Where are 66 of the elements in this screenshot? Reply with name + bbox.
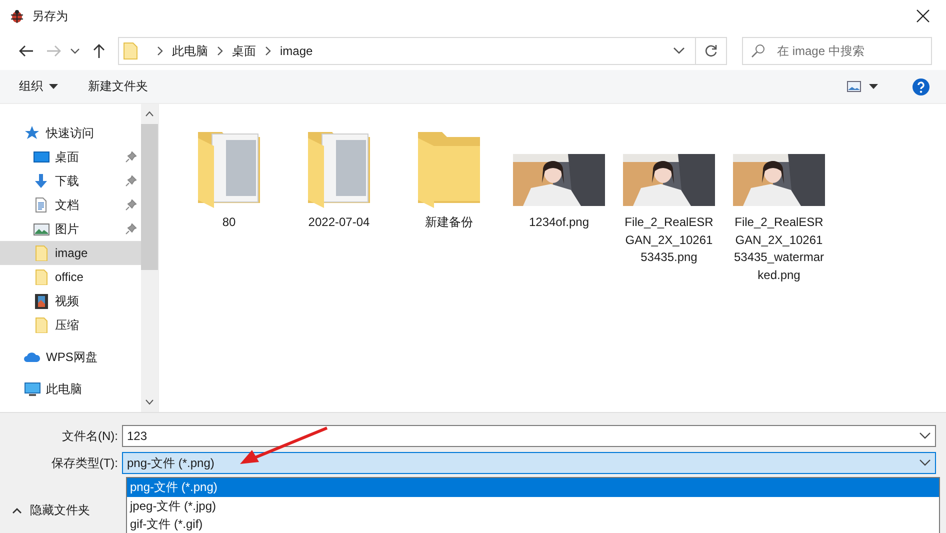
sidebar-item[interactable]: 视频: [0, 289, 141, 313]
window-title: 另存为: [32, 8, 68, 24]
view-icon[interactable]: [847, 81, 861, 92]
breadcrumb[interactable]: 桌面: [232, 42, 256, 60]
caret-icon[interactable]: [869, 84, 878, 90]
caret-icon[interactable]: [70, 47, 80, 55]
file-name[interactable]: File_2_RealESRGAN_2X_1026153435_watermarked.png: [732, 214, 826, 284]
sidebar-item[interactable]: WPS网盘: [0, 345, 141, 369]
caret-icon: [49, 84, 58, 90]
refresh-button[interactable]: [696, 37, 727, 65]
film-icon: [33, 293, 50, 309]
computer-icon: [24, 381, 41, 397]
caret-icon[interactable]: [673, 47, 685, 55]
new-folder-button[interactable]: 新建文件夹: [88, 78, 148, 95]
caret-icon: [12, 507, 22, 514]
scroll-up-icon[interactable]: [145, 111, 154, 117]
sidebar-item[interactable]: 压缩: [0, 313, 141, 337]
file-name[interactable]: 2022-07-04: [292, 214, 386, 232]
field-label: 保存类型(T):: [50, 454, 119, 472]
folder-icon: [123, 42, 140, 60]
breadcrumb[interactable]: 此电脑: [172, 42, 208, 60]
file-type-dropdown[interactable]: png-文件 (*.png): [122, 452, 936, 474]
back-arrow-icon[interactable]: [18, 44, 34, 58]
monitor-icon: [33, 149, 50, 165]
folder-icon: [33, 245, 50, 261]
chevron-icon: [264, 46, 272, 56]
file-name[interactable]: 1234of.png: [512, 214, 606, 232]
folder-icon: [33, 317, 50, 333]
hide-folders-button[interactable]: 隐藏文件夹: [12, 502, 90, 519]
refresh-icon: [704, 44, 718, 58]
scrollbar[interactable]: [141, 104, 158, 412]
breadcrumb[interactable]: image: [280, 44, 313, 58]
file-name[interactable]: 80: [182, 214, 276, 232]
scroll-down-icon[interactable]: [145, 399, 154, 405]
folder-icon: [33, 269, 50, 285]
caret-icon: [919, 432, 931, 440]
scroll-thumb[interactable]: [141, 124, 158, 270]
bug-icon: [10, 9, 24, 23]
search-field[interactable]: 在 image 中搜索: [742, 37, 932, 65]
dropdown-option[interactable]: png-文件 (*.png): [127, 478, 939, 496]
file-name[interactable]: File_2_RealESRGAN_2X_1026153435.png: [622, 214, 716, 266]
sidebar-item[interactable]: 桌面: [0, 145, 141, 169]
search-icon: [751, 44, 765, 58]
star-icon: [24, 125, 41, 141]
sidebar-item[interactable]: office: [0, 265, 141, 289]
dropdown-option[interactable]: jpeg-文件 (*.jpg): [127, 496, 939, 515]
sidebar-item[interactable]: image: [0, 241, 141, 265]
sidebar-item[interactable]: 此电脑: [0, 377, 141, 401]
chevron-icon: [216, 46, 224, 56]
down-arrow-icon: [33, 173, 50, 189]
sidebar-item[interactable]: 下载: [0, 169, 141, 193]
up-arrow-icon[interactable]: [92, 43, 106, 59]
sidebar-item[interactable]: 文档: [0, 193, 141, 217]
caret-icon: [919, 459, 931, 467]
image-icon: [33, 221, 50, 237]
sidebar-item[interactable]: 图片: [0, 217, 141, 241]
file-name[interactable]: 新建备份: [402, 214, 496, 232]
dropdown-option[interactable]: gif-文件 (*.gif): [127, 515, 939, 533]
close-icon[interactable]: [916, 9, 930, 23]
filename-field[interactable]: 123: [122, 425, 936, 447]
field-label: 文件名(N):: [61, 428, 119, 444]
help-icon[interactable]: [912, 78, 930, 96]
chevron-icon: [156, 46, 164, 56]
address-bar[interactable]: 此电脑 桌面 image: [118, 37, 696, 65]
sidebar-item[interactable]: 快速访问: [0, 121, 141, 145]
organize-button[interactable]: 组织: [19, 78, 58, 95]
